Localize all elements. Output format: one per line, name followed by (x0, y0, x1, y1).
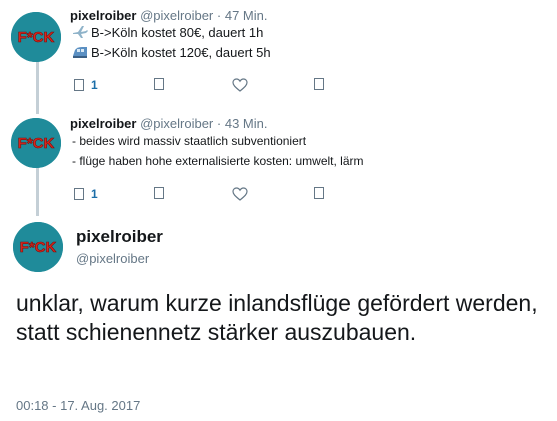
like-button[interactable] (232, 78, 248, 92)
tweet-line: - flüge haben hohe externalisierte koste… (72, 154, 364, 168)
reply-icon (74, 79, 84, 91)
reply-icon (74, 188, 84, 200)
heart-icon (232, 187, 248, 201)
avatar-logo-text: F*CK (20, 239, 57, 256)
tweet-actions: 1 (74, 78, 334, 98)
tweet-time[interactable]: 43 Min. (225, 116, 268, 131)
reply-count: 1 (91, 187, 98, 201)
train-icon (72, 45, 88, 59)
tweet-header: pixelroiber @pixelroiber · 43 Min. (70, 116, 268, 131)
main-author-handle[interactable]: @pixelroiber (76, 251, 149, 266)
avatar-logo-text: F*CK (18, 135, 55, 152)
tweet-line-text: - flüge haben hohe externalisierte koste… (72, 154, 364, 168)
tweet-time[interactable]: 47 Min. (225, 8, 268, 23)
author-handle[interactable]: @pixelroiber (140, 116, 213, 131)
avatar-logo-text: F*CK (18, 29, 55, 46)
tweet-header: pixelroiber @pixelroiber · 47 Min. (70, 8, 268, 23)
thread-line (36, 168, 39, 216)
retweet-button[interactable] (154, 187, 164, 199)
main-author-name[interactable]: pixelroiber (76, 227, 163, 247)
avatar[interactable]: F*CK (13, 222, 63, 272)
like-button[interactable] (232, 187, 248, 201)
main-tweet-timestamp[interactable]: 00:18 - 17. Aug. 2017 (16, 398, 140, 413)
message-button[interactable] (314, 78, 324, 90)
avatar[interactable]: F*CK (11, 118, 61, 168)
reply-count: 1 (91, 78, 98, 92)
tweet-line-text: B->Köln kostet 120€, dauert 5h (91, 45, 271, 60)
retweet-icon (154, 78, 164, 90)
author-name[interactable]: pixelroiber (70, 116, 136, 131)
thread-line (36, 62, 39, 114)
tweet-line: B->Köln kostet 120€, dauert 5h (72, 45, 271, 60)
separator: · (216, 116, 222, 131)
tweet-line: - beides wird massiv staatlich subventio… (72, 134, 306, 148)
reply-button[interactable]: 1 (74, 78, 98, 92)
message-icon (314, 78, 324, 90)
heart-icon (232, 78, 248, 92)
tweet-line-text: B->Köln kostet 80€, dauert 1h (91, 25, 264, 40)
tweet-actions: 1 (74, 187, 334, 207)
reply-button[interactable]: 1 (74, 187, 98, 201)
message-icon (314, 187, 324, 199)
message-button[interactable] (314, 187, 324, 199)
author-name[interactable]: pixelroiber (70, 8, 136, 23)
separator: · (216, 8, 222, 23)
main-tweet-text: unklar, warum kurze inlandsflüge geförde… (16, 290, 538, 345)
retweet-icon (154, 187, 164, 199)
tweet-line-text: - beides wird massiv staatlich subventio… (72, 134, 307, 148)
avatar[interactable]: F*CK (11, 12, 61, 62)
airplane-icon (72, 25, 88, 39)
author-handle[interactable]: @pixelroiber (140, 8, 213, 23)
retweet-button[interactable] (154, 78, 164, 90)
tweet-line: B->Köln kostet 80€, dauert 1h (72, 25, 263, 40)
